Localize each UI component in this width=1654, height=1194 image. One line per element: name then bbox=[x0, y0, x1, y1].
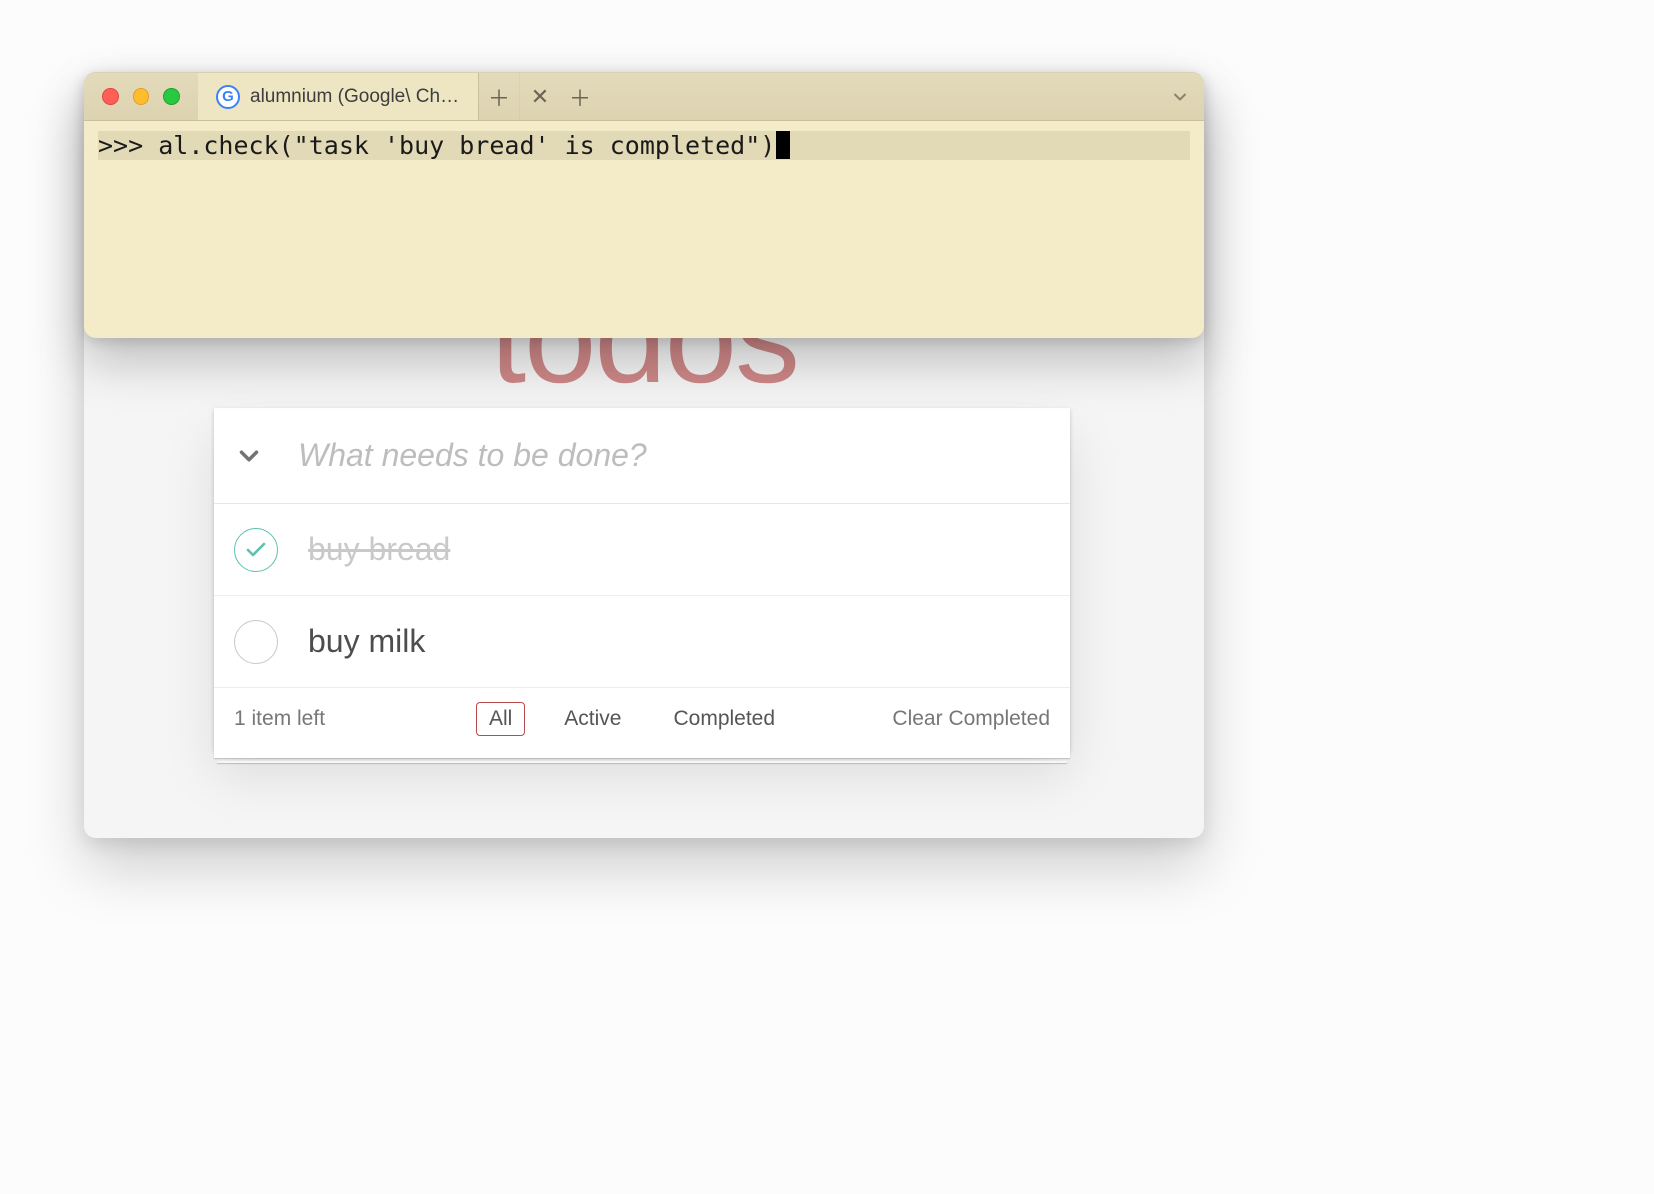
terminal-prompt: >>> bbox=[98, 131, 158, 160]
tab-title: alumnium (Google\ Chrom... bbox=[250, 86, 460, 108]
filter-active[interactable]: Active bbox=[551, 702, 634, 736]
tab-bar: G alumnium (Google\ Chrom... ＋ ✕ ＋ bbox=[84, 73, 1204, 121]
todo-card: buy bread buy milk 1 item left All Activ… bbox=[214, 408, 1070, 750]
minimize-window-button[interactable] bbox=[133, 88, 150, 105]
new-todo-row bbox=[214, 408, 1070, 504]
window-controls bbox=[84, 73, 198, 120]
items-left-count: 1 item left bbox=[234, 707, 414, 731]
terminal-cursor bbox=[776, 131, 790, 159]
terminal-command: al.check("task 'buy bread' is completed"… bbox=[158, 131, 775, 160]
terminal-body[interactable]: >>> al.check("task 'buy bread' is comple… bbox=[84, 121, 1204, 328]
chevron-down-icon bbox=[234, 441, 264, 471]
todo-checkbox[interactable] bbox=[234, 528, 278, 572]
chrome-icon: G bbox=[216, 85, 240, 109]
new-tab-button-2[interactable]: ＋ bbox=[560, 73, 600, 120]
filter-all[interactable]: All bbox=[476, 702, 525, 736]
tabs-menu-button[interactable] bbox=[1170, 73, 1190, 121]
todo-label[interactable]: buy milk bbox=[308, 623, 1050, 660]
close-tab-button[interactable]: ✕ bbox=[520, 73, 560, 120]
new-todo-input[interactable] bbox=[274, 437, 1050, 474]
list-item: buy bread bbox=[214, 504, 1070, 596]
todo-checkbox[interactable] bbox=[234, 620, 278, 664]
new-tab-button[interactable]: ＋ bbox=[479, 73, 519, 120]
tab-active[interactable]: G alumnium (Google\ Chrom... bbox=[198, 73, 479, 120]
clear-completed-button[interactable]: Clear Completed bbox=[850, 707, 1050, 731]
terminal-window: G alumnium (Google\ Chrom... ＋ ✕ ＋ >>> a… bbox=[84, 72, 1204, 338]
filter-completed[interactable]: Completed bbox=[660, 702, 788, 736]
filter-group: All Active Completed bbox=[414, 702, 850, 736]
close-window-button[interactable] bbox=[102, 88, 119, 105]
chevron-down-icon bbox=[1170, 87, 1190, 107]
todo-label[interactable]: buy bread bbox=[308, 531, 1050, 568]
todo-footer: 1 item left All Active Completed Clear C… bbox=[214, 688, 1070, 750]
zoom-window-button[interactable] bbox=[163, 88, 180, 105]
toggle-all-button[interactable] bbox=[224, 431, 274, 481]
check-icon bbox=[244, 538, 268, 562]
list-item: buy milk bbox=[214, 596, 1070, 688]
